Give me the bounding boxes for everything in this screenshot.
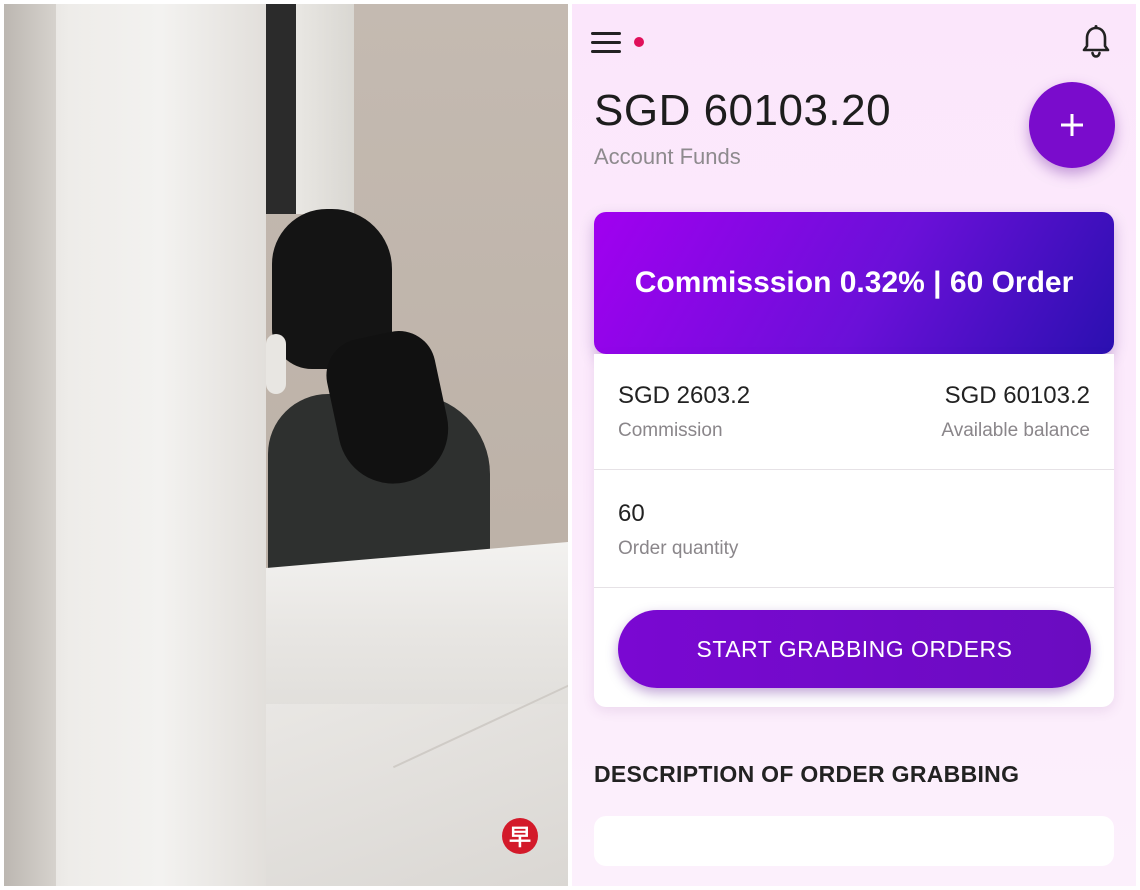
photo-window-frame	[296, 4, 354, 214]
available-balance-value: SGD 60103.2	[944, 382, 1090, 409]
notification-dot	[634, 37, 644, 47]
banner-text: Commisssion 0.32% | 60 Order	[634, 266, 1074, 299]
hamburger-icon[interactable]	[591, 32, 621, 54]
photo-person-mask	[266, 334, 286, 394]
bell-icon[interactable]	[1080, 24, 1112, 60]
top-bar	[572, 4, 1136, 80]
commission-banner: Commisssion 0.32% | 60 Order	[594, 212, 1114, 354]
account-balance: SGD 60103.20	[594, 86, 892, 135]
stats-row-balances: SGD 2603.2 Commission SGD 60103.2 Availa…	[594, 354, 1114, 470]
watermark-logo: 早	[502, 818, 538, 854]
plus-icon	[1061, 114, 1083, 136]
photo-floor	[262, 704, 568, 886]
stats-row-quantity: 60 Order quantity	[594, 470, 1114, 588]
section-title: DESCRIPTION OF ORDER GRABBING	[594, 761, 1020, 787]
order-quantity-label: Order quantity	[618, 538, 739, 559]
photo-window-gap	[266, 4, 296, 214]
order-quantity-value: 60	[618, 500, 645, 527]
description-panel	[594, 816, 1114, 866]
app-screen: SGD 60103.20 Account Funds Commisssion 0…	[572, 4, 1136, 886]
commission-value: SGD 2603.2	[618, 382, 751, 409]
commission-label: Commission	[618, 420, 723, 441]
stats-card: SGD 2603.2 Commission SGD 60103.2 Availa…	[594, 354, 1114, 707]
add-funds-button[interactable]	[1029, 82, 1115, 168]
photo-pillar-edge	[4, 4, 56, 886]
start-grabbing-orders-button[interactable]: START GRABBING ORDERS	[618, 610, 1091, 688]
available-balance-label: Available balance	[941, 420, 1090, 441]
account-funds-label: Account Funds	[594, 144, 741, 169]
photo-person-at-window	[4, 4, 568, 886]
